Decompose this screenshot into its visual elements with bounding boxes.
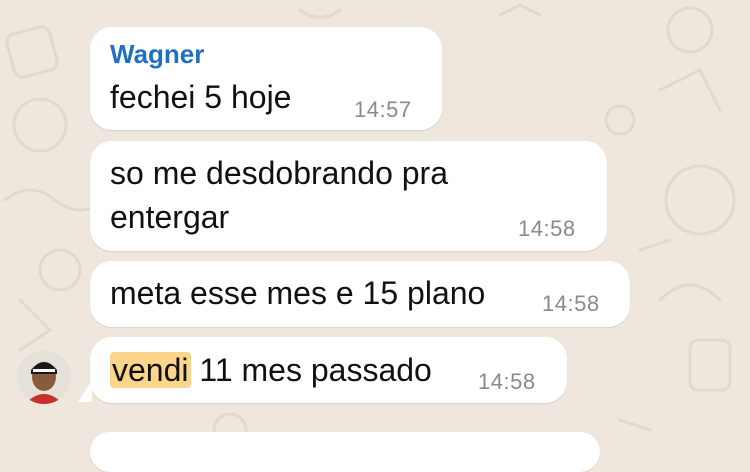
message-timestamp: 14:58: [478, 369, 536, 394]
message-text-line: entergar: [110, 199, 230, 235]
message-text: meta esse mes e 15 plano: [110, 275, 486, 311]
message-text: fechei 5 hoje: [110, 79, 292, 115]
sender-name[interactable]: Wagner: [110, 39, 204, 70]
message-bubble[interactable]: Wagner fechei 5 hoje 14:57: [90, 27, 442, 130]
message-bubble-partial[interactable]: [90, 432, 600, 472]
message-text: vendi 11 mes passado: [110, 350, 432, 390]
search-highlight: vendi: [110, 352, 191, 388]
message-timestamp: 14:58: [542, 291, 600, 316]
avatar-photo: [17, 350, 71, 404]
message-text-rest: 11 mes passado: [190, 352, 432, 388]
message-timestamp: 14:57: [354, 97, 412, 122]
sender-avatar[interactable]: [17, 350, 71, 404]
message-bubble[interactable]: meta esse mes e 15 plano 14:58: [90, 261, 630, 327]
message-bubble[interactable]: vendi 11 mes passado 14:58: [90, 337, 567, 403]
message-text-line: so me desdobrando pra: [110, 155, 448, 191]
message-bubble[interactable]: so me desdobrando pra entergar 14:58: [90, 141, 607, 251]
message-timestamp: 14:58: [518, 216, 576, 241]
